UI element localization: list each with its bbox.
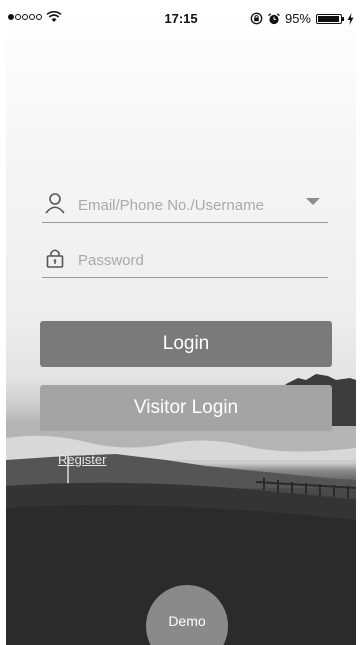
alarm-icon xyxy=(268,12,280,24)
user-icon xyxy=(45,193,65,214)
register-link[interactable]: Register xyxy=(58,452,106,467)
lock-icon xyxy=(46,249,64,268)
login-screen: 17:15 95% Email/Phone No./Username Login… xyxy=(6,8,356,645)
login-button[interactable]: Login xyxy=(40,321,332,367)
status-right: 95% xyxy=(250,11,354,26)
battery-icon xyxy=(316,13,344,24)
battery-percent: 95% xyxy=(284,11,311,26)
orientation-lock-icon xyxy=(250,12,263,25)
charging-icon xyxy=(347,12,354,25)
password-input[interactable] xyxy=(78,249,288,271)
username-field xyxy=(42,188,328,223)
password-field xyxy=(42,243,328,278)
username-input[interactable] xyxy=(78,194,288,216)
visitor-login-button[interactable]: Visitor Login xyxy=(40,385,332,431)
chevron-down-icon[interactable] xyxy=(306,198,320,205)
status-bar: 17:15 95% xyxy=(6,8,356,30)
